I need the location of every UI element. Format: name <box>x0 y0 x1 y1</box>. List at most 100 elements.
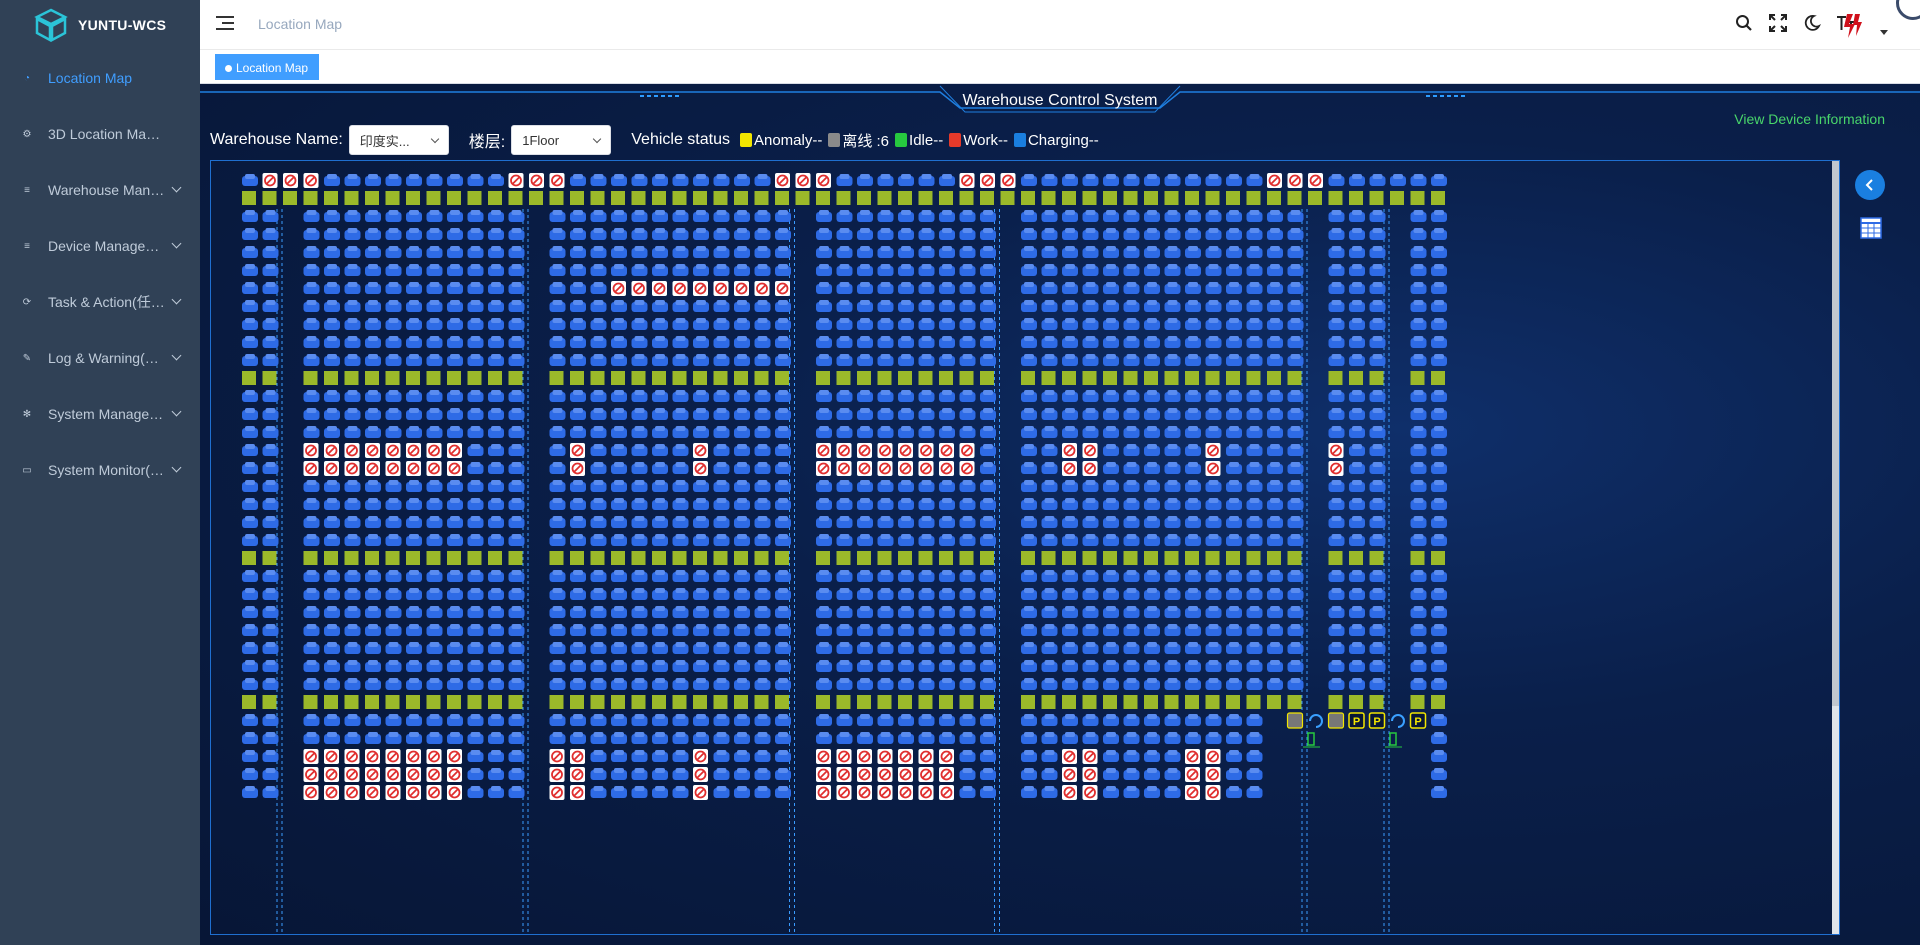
slot-top <box>757 534 768 539</box>
storage-slot <box>1082 390 1099 402</box>
slot-top <box>1085 480 1096 485</box>
slot-top <box>1106 210 1116 215</box>
track-cell <box>570 371 584 385</box>
slot-top <box>1290 426 1301 431</box>
storage-slot <box>754 498 771 510</box>
slot-top <box>880 498 891 503</box>
track-cell <box>1021 695 1035 709</box>
tag-location-map[interactable]: Location Map <box>215 54 320 80</box>
storage-slot <box>1185 714 1201 726</box>
menu-toggle-icon[interactable] <box>216 16 234 34</box>
breadcrumb[interactable]: Location Map <box>258 16 342 32</box>
storage-slot <box>1349 300 1365 312</box>
slot-top <box>1065 534 1075 539</box>
fullscreen-icon[interactable] <box>1768 13 1788 33</box>
storage-slot <box>611 354 627 366</box>
slot-top <box>245 246 255 251</box>
slot-top <box>368 408 378 413</box>
slot-top <box>1126 354 1137 359</box>
slot-top <box>450 498 460 503</box>
slot-top <box>942 732 952 737</box>
dark-mode-icon[interactable] <box>1802 13 1822 33</box>
storage-slot <box>918 336 935 348</box>
slot-top <box>1434 732 1444 737</box>
slot-top <box>880 624 891 629</box>
storage-slot <box>1103 246 1119 258</box>
slot-top <box>511 318 522 323</box>
warehouse-select[interactable]: 印度实... <box>348 125 449 155</box>
slot-top <box>388 570 399 575</box>
sidebar-item-4[interactable]: ⟳ Task & Action(任务) <box>0 274 200 330</box>
slot-top <box>552 390 563 395</box>
floor-select[interactable]: 1Floor <box>511 125 612 155</box>
slot-top <box>1024 642 1034 647</box>
sidebar-item-label: 3D Location Map(3D... <box>48 126 166 142</box>
storage-slot <box>898 246 914 258</box>
slot-top <box>901 210 911 215</box>
sidebar-item-3[interactable]: ≡ Device Management <box>0 218 200 274</box>
sidebar-item-0[interactable]: ◔ Location Map <box>0 50 200 106</box>
storage-slot <box>1062 588 1078 600</box>
slot-top <box>450 678 460 683</box>
slot-top <box>1331 246 1342 251</box>
storage-slot <box>406 426 422 438</box>
storage-slot <box>1185 336 1201 348</box>
track-cell <box>1082 371 1097 385</box>
storage-slot <box>775 678 791 690</box>
slot-top <box>942 408 952 413</box>
slot-top <box>593 570 604 575</box>
sidebar-item-6[interactable]: ✻System Management <box>0 386 200 442</box>
slot-top <box>716 642 727 647</box>
slot-top <box>552 642 563 647</box>
location-map[interactable]: PPP <box>210 160 1840 935</box>
logo[interactable]: YUNTU-WCS <box>0 0 200 50</box>
slot-top <box>1352 228 1362 233</box>
avatar[interactable] <box>1838 10 1868 40</box>
storage-slot <box>447 606 463 618</box>
slot-top <box>1372 678 1383 683</box>
storage-slot <box>242 426 258 438</box>
search-icon[interactable] <box>1734 13 1754 33</box>
slot-top <box>245 462 255 467</box>
slot-top <box>1413 264 1424 269</box>
storage-slot <box>672 768 689 780</box>
storage-slot <box>631 498 648 510</box>
storage-slot <box>1205 606 1222 618</box>
storage-slot <box>1164 318 1181 330</box>
slot-top <box>573 588 583 593</box>
slot-top <box>1229 408 1239 413</box>
storage-slot <box>754 444 771 456</box>
slot-top <box>306 336 317 341</box>
slot-top <box>409 480 419 485</box>
sidebar-item-1[interactable]: ⚙3D Location Map(3D... <box>0 106 200 162</box>
sidebar-item-2[interactable]: ≡Warehouse Manage... <box>0 162 200 218</box>
track-cell <box>365 695 379 709</box>
storage-slot <box>1062 606 1078 618</box>
slot-top <box>1208 408 1219 413</box>
slot-top <box>1372 516 1383 521</box>
storage-slot <box>1103 588 1119 600</box>
slot-top <box>409 624 419 629</box>
slot-top <box>1188 498 1198 503</box>
slot-top <box>245 516 255 521</box>
storage-slot <box>262 534 279 546</box>
sidebar-item-7[interactable]: ▭System Monitor(监控) <box>0 442 200 498</box>
storage-slot <box>1123 714 1140 726</box>
view-device-link[interactable]: View Device Information <box>1734 111 1885 127</box>
user-dropdown-caret-icon[interactable] <box>1880 30 1888 35</box>
slot-top <box>819 642 829 647</box>
storage-slot <box>1287 588 1304 600</box>
storage-slot <box>1021 624 1037 636</box>
storage-slot <box>836 408 853 420</box>
storage-slot <box>980 516 996 528</box>
location-grid[interactable]: PPP <box>211 161 1840 935</box>
storage-slot <box>672 588 689 600</box>
slot-top <box>696 264 706 269</box>
storage-slot <box>242 210 258 222</box>
slot-top <box>1085 210 1096 215</box>
sidebar-item-5[interactable]: ✎ Log & Warning(日志) <box>0 330 200 386</box>
slot-top <box>306 606 317 611</box>
storage-slot <box>1082 246 1099 258</box>
slot-top <box>245 228 255 233</box>
vehicle-status-legend: Anomaly-- 离线 :6 Idle-- Work-- Charging-- <box>739 130 1105 151</box>
